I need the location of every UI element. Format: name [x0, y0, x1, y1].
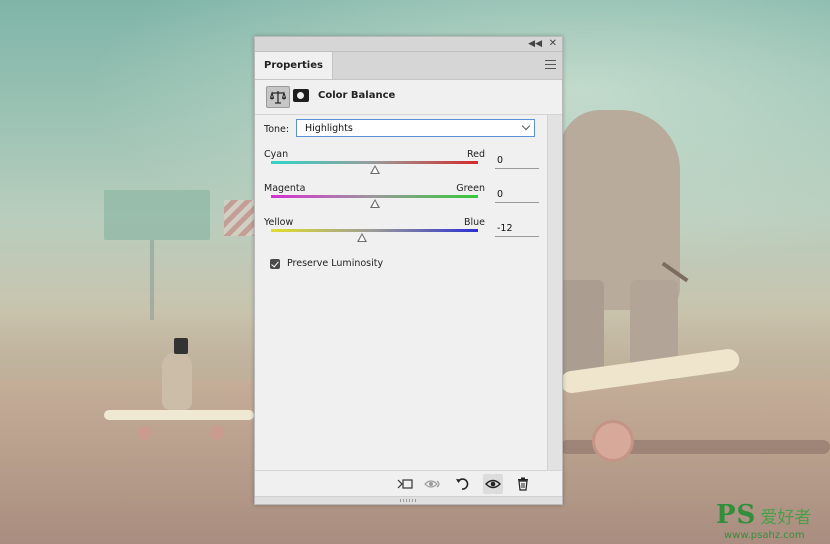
- background-elephant-leg: [560, 280, 604, 380]
- panel-tab-row: Properties: [255, 52, 562, 80]
- adjustment-title: Color Balance: [318, 90, 396, 101]
- preserve-luminosity-checkbox[interactable]: [270, 259, 280, 269]
- background-skateboard-small: [104, 410, 254, 420]
- slider-thumb[interactable]: [369, 199, 380, 208]
- delete-icon[interactable]: [513, 474, 533, 494]
- collapse-panel-icon[interactable]: ◀◀: [528, 37, 542, 51]
- slider-value-field[interactable]: -12: [495, 221, 539, 237]
- panel-resize-grip[interactable]: [255, 496, 562, 504]
- panel-title-bar[interactable]: ◀◀ ✕: [255, 37, 562, 52]
- slider-track[interactable]: [271, 195, 478, 198]
- background-skateboard-wheel: [210, 426, 224, 440]
- slider-thumb[interactable]: [357, 233, 368, 242]
- watermark: PS 爱好者 www.psahz.com: [716, 500, 812, 541]
- tone-selected-value: Highlights: [305, 123, 353, 134]
- slider-right-label: Blue: [463, 217, 485, 228]
- tone-label: Tone:: [264, 124, 290, 135]
- panel-bottom-toolbar: [255, 470, 562, 497]
- background-skateboard-wheel: [592, 420, 634, 462]
- adjustment-header: Color Balance: [255, 80, 562, 115]
- background-mouse: [162, 352, 192, 410]
- watermark-url: www.psahz.com: [724, 530, 805, 541]
- tone-dropdown[interactable]: Highlights: [296, 119, 535, 137]
- background-road-sign: [104, 190, 210, 240]
- panel-menu-icon[interactable]: [545, 60, 556, 69]
- slider-thumb[interactable]: [369, 165, 380, 174]
- slider-value-field[interactable]: 0: [495, 187, 539, 203]
- background-sign-post: [150, 240, 154, 320]
- slider-right-label: Green: [456, 183, 485, 194]
- balance-scale-icon[interactable]: [266, 86, 290, 108]
- background-top-hat: [174, 338, 188, 354]
- layer-mask-icon[interactable]: [293, 89, 309, 102]
- slider-yellow-blue: Yellow Blue -12: [255, 217, 545, 251]
- scrollbar[interactable]: [547, 115, 562, 470]
- chevron-down-icon: [521, 121, 531, 131]
- slider-cyan-red: Cyan Red 0: [255, 149, 545, 183]
- watermark-logo: PS: [716, 500, 757, 530]
- watermark-chinese: 爱好者: [760, 508, 812, 528]
- visibility-eye-icon[interactable]: [483, 474, 503, 494]
- background-barrier: [224, 200, 254, 236]
- preserve-luminosity-label: Preserve Luminosity: [287, 258, 384, 269]
- close-icon[interactable]: ✕: [549, 37, 557, 51]
- clip-to-layer-icon[interactable]: [395, 474, 415, 494]
- slider-left-label: Cyan: [264, 149, 289, 160]
- adjustment-controls: Tone: Highlights Cyan Red 0 Magenta Gree…: [255, 115, 545, 470]
- reset-icon[interactable]: [452, 474, 472, 494]
- slider-left-label: Yellow: [264, 217, 294, 228]
- slider-value-field[interactable]: 0: [495, 153, 539, 169]
- slider-track[interactable]: [271, 161, 478, 164]
- slider-magenta-green: Magenta Green 0: [255, 183, 545, 217]
- slider-right-label: Red: [466, 149, 485, 160]
- slider-left-label: Magenta: [264, 183, 306, 194]
- view-previous-state-icon[interactable]: [423, 474, 443, 494]
- background-skateboard-wheel: [138, 426, 152, 440]
- tab-properties[interactable]: Properties: [255, 52, 333, 79]
- slider-track[interactable]: [271, 229, 478, 232]
- properties-panel: ◀◀ ✕ Properties Color Balance Tone: High…: [254, 36, 563, 505]
